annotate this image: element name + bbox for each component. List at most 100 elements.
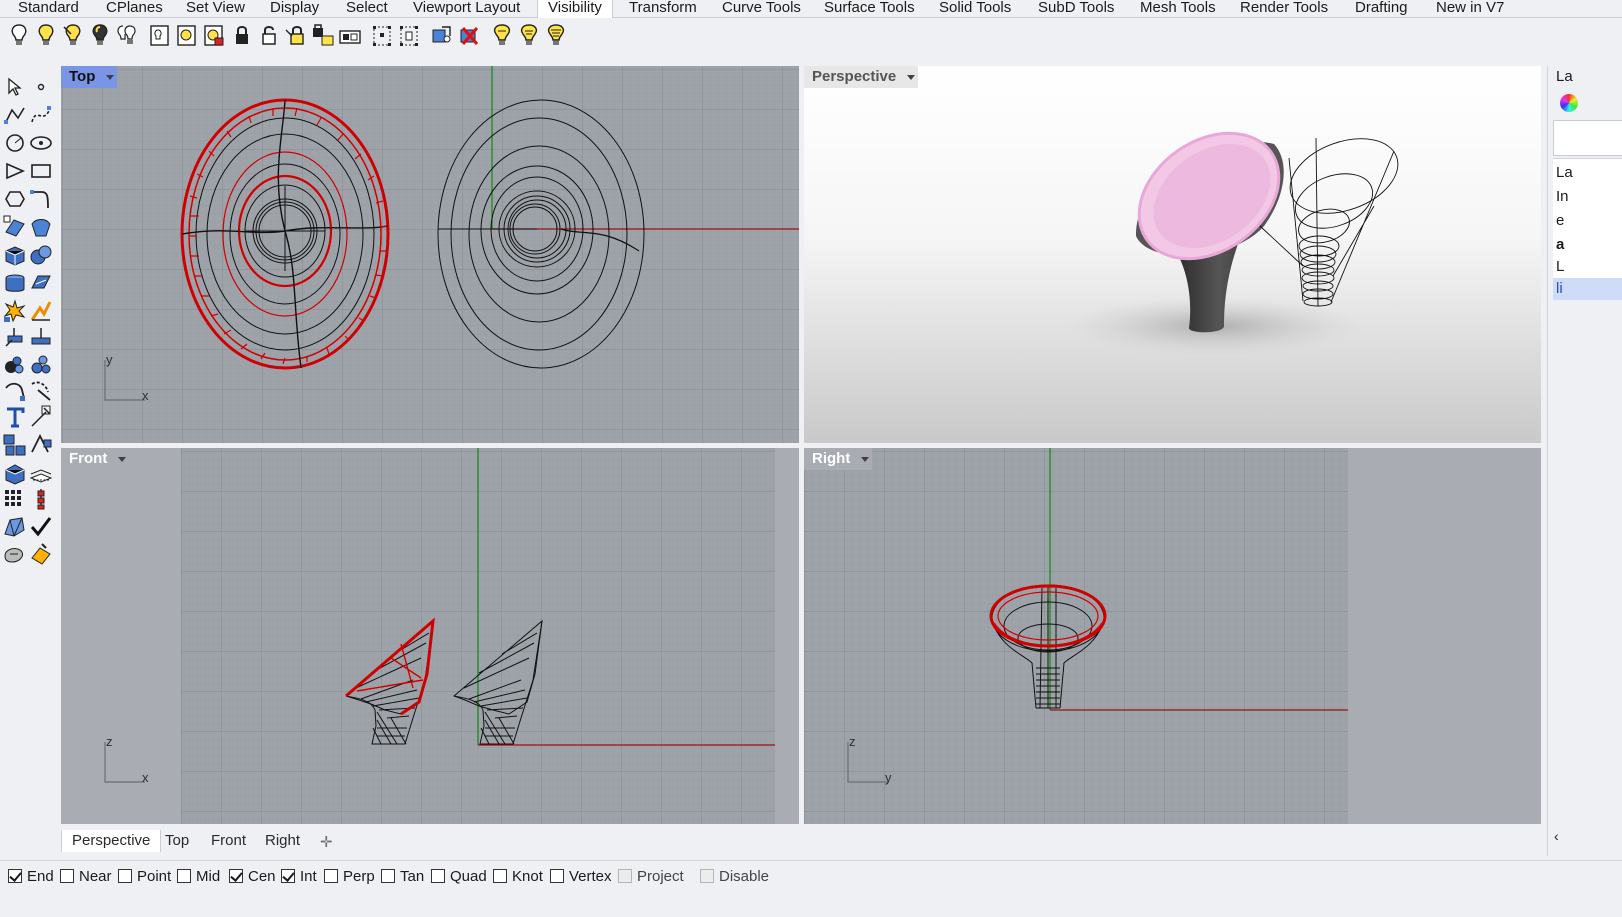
osnap-near[interactable]: Near: [60, 865, 112, 887]
bulb-all-icon[interactable]: [115, 22, 139, 50]
show-object-icon[interactable]: [148, 22, 172, 50]
tab-subd-tools[interactable]: SubD Tools: [1028, 0, 1124, 18]
layer-row-selected[interactable]: li: [1553, 278, 1622, 300]
polygon-icon[interactable]: [2, 158, 28, 184]
chevron-down-icon[interactable]: [103, 66, 118, 88]
osnap-perp-checkbox[interactable]: [324, 869, 338, 883]
vptab-right[interactable]: Right: [255, 830, 310, 852]
tab-standard[interactable]: Standard: [8, 0, 89, 18]
tab-surface-tools[interactable]: Surface Tools: [814, 0, 925, 18]
viewport-right[interactable]: Right z y: [804, 448, 1541, 824]
tab-render-tools[interactable]: Render Tools: [1230, 0, 1338, 18]
viewport-right-label[interactable]: Right: [804, 448, 859, 470]
layer-row-current[interactable]: a: [1556, 234, 1622, 256]
ellipse-icon[interactable]: [28, 130, 54, 156]
osnap-vertex-checkbox[interactable]: [550, 869, 564, 883]
viewport-perspective-title[interactable]: Perspective: [804, 66, 919, 88]
solid-edit-icon[interactable]: [2, 540, 28, 566]
planar-surface-icon[interactable]: [28, 270, 54, 296]
unlock-selected-icon[interactable]: [338, 22, 362, 50]
loft-icon[interactable]: [28, 214, 54, 240]
layer-row[interactable]: L: [1556, 256, 1622, 278]
array-icon[interactable]: [2, 486, 28, 512]
bulb-light-3-icon[interactable]: [544, 22, 568, 50]
explode-icon[interactable]: [2, 298, 28, 324]
analyze-icon[interactable]: [2, 514, 28, 540]
vptab-perspective[interactable]: Perspective: [61, 830, 162, 852]
tab-select[interactable]: Select: [336, 0, 398, 18]
tab-curve-tools[interactable]: Curve Tools: [712, 0, 811, 18]
dimension-icon[interactable]: [28, 404, 54, 430]
viewport-front[interactable]: Front z x: [61, 448, 799, 824]
points-off-icon[interactable]: [397, 22, 421, 50]
osnap-end[interactable]: End: [8, 865, 54, 887]
hide-x-icon[interactable]: [457, 22, 481, 50]
chevron-down-icon[interactable]: [115, 448, 130, 470]
vptab-top[interactable]: Top: [155, 830, 199, 852]
chevron-down-icon[interactable]: [904, 66, 919, 88]
tab-display[interactable]: Display: [260, 0, 329, 18]
surface-from-curves-icon[interactable]: [2, 214, 28, 240]
viewport-top[interactable]: Top y x: [61, 66, 799, 443]
viewport-front-label[interactable]: Front: [61, 448, 116, 470]
osnap-int-checkbox[interactable]: [281, 869, 295, 883]
osnap-project-checkbox[interactable]: [618, 869, 632, 883]
bulb-light-2-icon[interactable]: [517, 22, 541, 50]
tab-transform[interactable]: Transform: [619, 0, 707, 18]
group-icon[interactable]: [2, 432, 28, 458]
osnap-tan-checkbox[interactable]: [381, 869, 395, 883]
select-arrow-icon[interactable]: [2, 74, 28, 100]
osnap-cen[interactable]: Cen: [229, 865, 276, 887]
fillet-icon[interactable]: [28, 186, 54, 212]
tab-new-in-v7[interactable]: New in V7: [1426, 0, 1514, 18]
block-icon[interactable]: [28, 432, 54, 458]
osnap-vertex[interactable]: Vertex: [550, 865, 612, 887]
gumball-icon[interactable]: [28, 486, 54, 512]
points-on-icon[interactable]: [370, 22, 394, 50]
rotate-icon[interactable]: [2, 378, 28, 404]
osnap-perp[interactable]: Perp: [324, 865, 375, 887]
osnap-point[interactable]: Point: [118, 865, 171, 887]
osnap-end-checkbox[interactable]: [8, 869, 22, 883]
viewport-perspective[interactable]: Perspective: [804, 66, 1541, 443]
layer-row[interactable]: In: [1556, 186, 1622, 208]
hide-swap-icon[interactable]: [202, 22, 226, 50]
paint-icon[interactable]: [28, 540, 54, 566]
curve-icon[interactable]: [28, 102, 54, 128]
osnap-quad[interactable]: Quad: [431, 865, 487, 887]
scale-icon[interactable]: [28, 378, 54, 404]
move-icon[interactable]: [2, 324, 28, 350]
viewport-top-title[interactable]: Top: [61, 66, 118, 88]
lock-selected-icon[interactable]: [284, 22, 308, 50]
tab-mesh-tools[interactable]: Mesh Tools: [1130, 0, 1226, 18]
sphere-icon[interactable]: [28, 242, 54, 268]
mesh-patch-icon[interactable]: [28, 352, 54, 378]
tab-set-view[interactable]: Set View: [176, 0, 255, 18]
tab-cplanes[interactable]: CPlanes: [96, 0, 173, 18]
arc-icon[interactable]: [2, 186, 28, 212]
layer-row[interactable]: La: [1556, 162, 1622, 184]
box-icon[interactable]: [2, 242, 28, 268]
osnap-int[interactable]: Int: [281, 865, 317, 887]
bulb-selected-icon[interactable]: [61, 22, 85, 50]
render-object-icon[interactable]: [2, 460, 28, 486]
point-icon[interactable]: [28, 74, 54, 100]
osnap-near-checkbox[interactable]: [60, 869, 74, 883]
viewport-top-label[interactable]: Top: [61, 66, 104, 88]
osnap-mid-checkbox[interactable]: [177, 869, 191, 883]
osnap-quad-checkbox[interactable]: [431, 869, 445, 883]
tab-drafting[interactable]: Drafting: [1345, 0, 1418, 18]
circle-icon[interactable]: [2, 130, 28, 156]
copy-icon[interactable]: [28, 324, 54, 350]
osnap-point-checkbox[interactable]: [118, 869, 132, 883]
text-icon[interactable]: [2, 404, 28, 430]
lock-icon[interactable]: [230, 22, 254, 50]
viewport-front-title[interactable]: Front: [61, 448, 130, 470]
lock-swap-icon[interactable]: [311, 22, 335, 50]
osnap-cen-checkbox[interactable]: [229, 869, 243, 883]
viewport-perspective-label[interactable]: Perspective: [804, 66, 905, 88]
viewport-right-title[interactable]: Right: [804, 448, 873, 470]
mesh-icon[interactable]: [2, 352, 28, 378]
bulb-on-icon[interactable]: [34, 22, 58, 50]
vptab-front[interactable]: Front: [201, 830, 256, 852]
